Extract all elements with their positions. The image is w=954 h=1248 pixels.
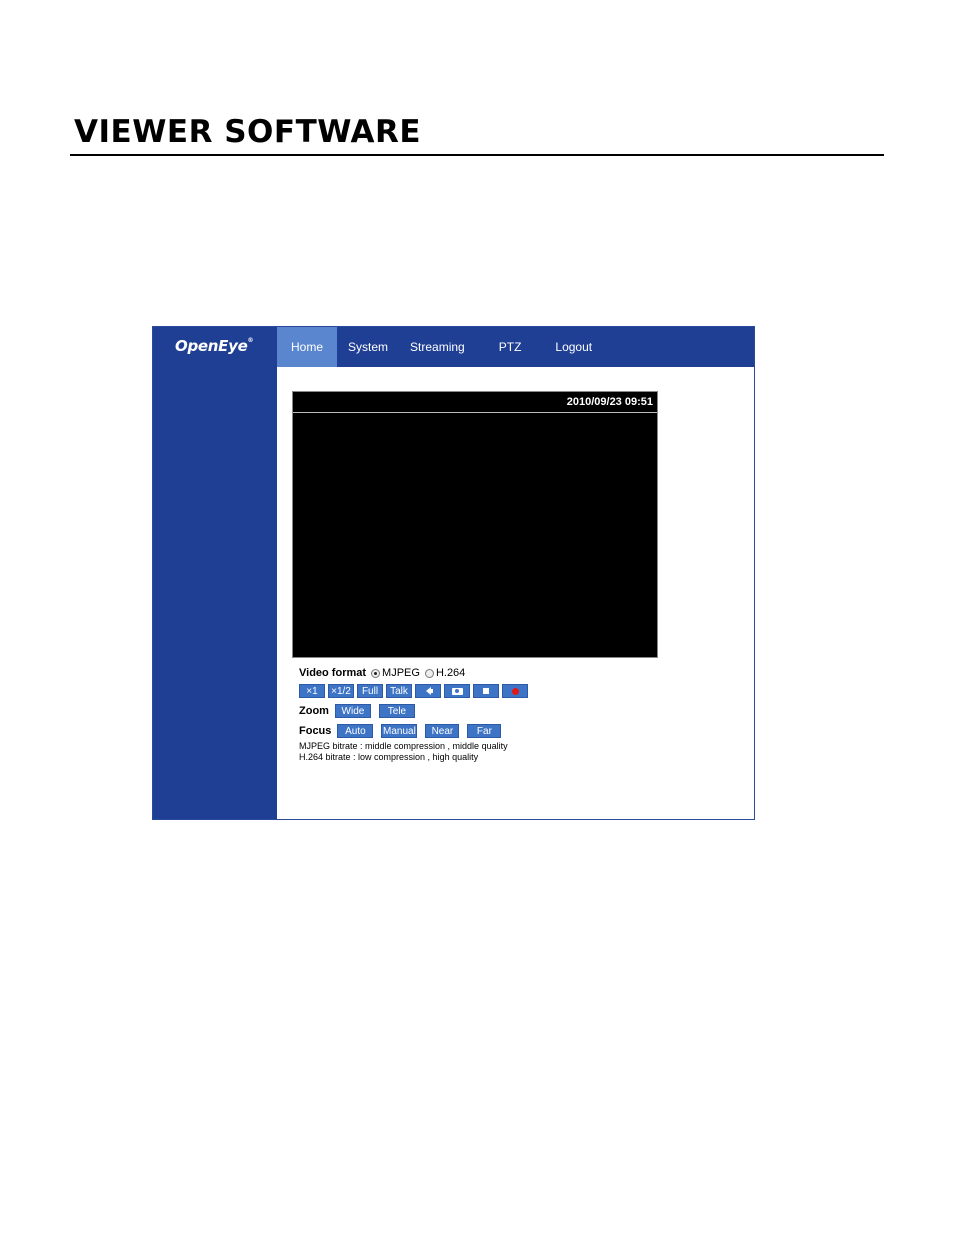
- focus-far-button[interactable]: Far: [467, 724, 502, 738]
- nav-streaming[interactable]: Streaming: [399, 327, 476, 367]
- mjpeg-label: MJPEG: [382, 667, 420, 679]
- mjpeg-radio[interactable]: [371, 668, 381, 678]
- h264-bitrate-info: H.264 bitrate : low compression , high q…: [299, 752, 479, 762]
- stop-icon: [483, 688, 489, 694]
- camera-icon: [451, 687, 463, 695]
- nav-system[interactable]: System: [337, 327, 399, 367]
- speaker-button[interactable]: [415, 684, 441, 698]
- video-format-label: Video format: [299, 667, 367, 679]
- focus-row: Focus Auto Manual Near Far: [299, 723, 639, 739]
- playback-buttons: ×1 ×1/2 Full Talk: [299, 683, 639, 699]
- focus-manual-button[interactable]: Manual: [381, 724, 418, 738]
- viewer-window: OpenEye® Home System Streaming PTZ Logou…: [152, 326, 755, 820]
- stop-button[interactable]: [473, 684, 499, 698]
- record-icon: [511, 687, 519, 695]
- zoom-label: Zoom: [299, 705, 329, 717]
- sidebar: OpenEye®: [153, 327, 277, 819]
- zoom-wide-button[interactable]: Wide: [334, 704, 371, 718]
- heading-divider: [70, 154, 884, 156]
- logo-mark: ®: [247, 337, 254, 344]
- zoom-x1-button[interactable]: ×1: [299, 684, 325, 698]
- nav-home[interactable]: Home: [277, 327, 338, 367]
- nav-logout[interactable]: Logout: [544, 327, 603, 367]
- mjpeg-bitrate-info: MJPEG bitrate : middle compression , mid…: [299, 741, 508, 751]
- zoom-row: Zoom Wide Tele: [299, 703, 639, 719]
- video-format-row: Video format MJPEG H.264: [299, 665, 639, 681]
- speaker-icon: [425, 687, 433, 695]
- h264-label: H.264: [435, 667, 466, 679]
- nav-ptz[interactable]: PTZ: [488, 327, 533, 367]
- h264-radio[interactable]: [424, 668, 434, 678]
- focus-auto-button[interactable]: Auto: [337, 724, 374, 738]
- focus-near-button[interactable]: Near: [425, 724, 460, 738]
- talk-button[interactable]: Talk: [386, 684, 412, 698]
- logo-text: OpenEye: [175, 337, 248, 355]
- top-navigation: Home System Streaming PTZ Logout: [277, 327, 754, 367]
- fullscreen-button[interactable]: Full: [357, 684, 383, 698]
- page-title: VIEWER SOFTWARE: [74, 114, 422, 150]
- video-viewer[interactable]: 2010/09/23 09:51: [292, 391, 658, 658]
- openeye-logo: OpenEye®: [175, 337, 253, 355]
- zoom-tele-button[interactable]: Tele: [378, 704, 415, 718]
- snapshot-button[interactable]: [444, 684, 470, 698]
- video-header: 2010/09/23 09:51: [293, 392, 657, 413]
- video-timestamp: 2010/09/23 09:51: [566, 396, 653, 408]
- record-button[interactable]: [502, 684, 528, 698]
- focus-label: Focus: [299, 725, 332, 737]
- control-panel: Video format MJPEG H.264 ×1 ×1/2 Full Ta…: [299, 665, 639, 763]
- main-content: 2010/09/23 09:51 Video format MJPEG H.26…: [277, 367, 754, 819]
- zoom-half-button[interactable]: ×1/2: [328, 684, 354, 698]
